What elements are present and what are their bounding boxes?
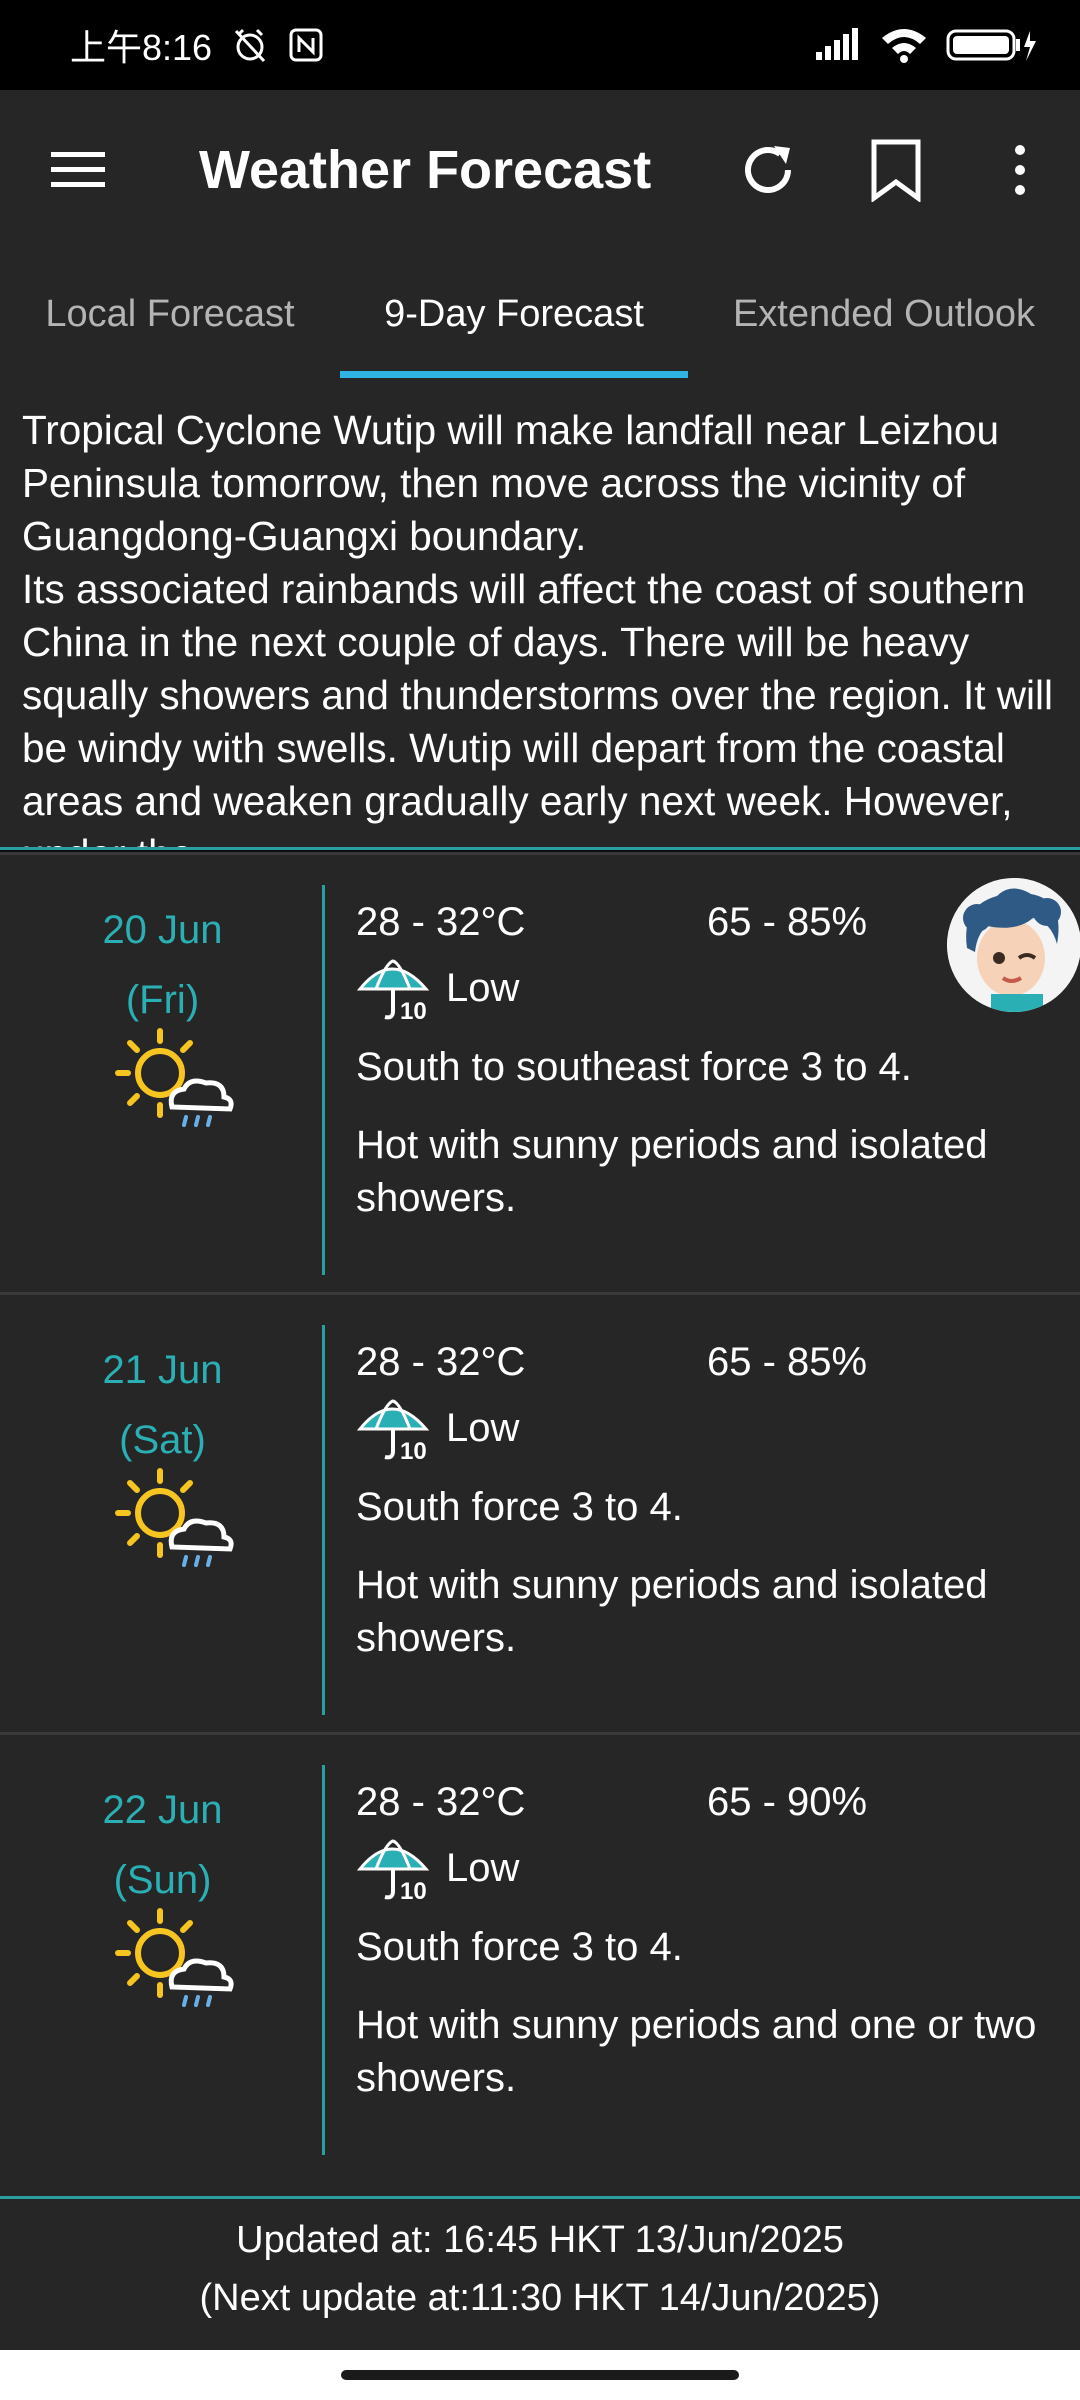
mascot-avatar-icon [947, 878, 1080, 1012]
mascot-avatar-button[interactable] [947, 878, 1080, 1012]
row-divider [322, 885, 325, 1275]
rain-probability: 10 Low [356, 1835, 519, 1901]
next-update-text: (Next update at:11:30 HKT 14/Jun/2025) [199, 2277, 881, 2319]
nfc-icon [288, 27, 324, 63]
status-bar: 上午8:16 [0, 0, 1080, 90]
forecast-date-block: 21 Jun (Sat) [0, 1335, 325, 1475]
update-footer: Updated at: 16:45 HKT 13/Jun/2025 (Next … [0, 2196, 1080, 2350]
tab-extended-outlook[interactable]: Extended Outlook [688, 250, 1080, 378]
tab-local-forecast[interactable]: Local Forecast [0, 250, 340, 378]
forecast-date: 21 Jun [102, 1348, 223, 1392]
sunny-periods-showers-icon [115, 1468, 234, 1567]
forecast-date-block: 22 Jun (Sun) [0, 1775, 325, 1915]
humidity-range: 65 - 85% [707, 1340, 868, 1384]
wind-description: South to southeast force 3 to 4. [356, 1045, 912, 1089]
temperature-range: 28 - 32°C [356, 900, 526, 944]
bookmark-icon [871, 139, 921, 202]
weather-description: Hot with sunny periods and isolated show… [356, 1563, 988, 1660]
weather-description: Hot with sunny periods and one or two sh… [356, 2003, 1037, 2100]
rain-probability: 10 Low [356, 955, 519, 1021]
rain-probability: 10 Low [356, 1395, 519, 1461]
updated-at-text: Updated at: 16:45 HKT 13/Jun/2025 [236, 2219, 844, 2261]
temperature-range: 28 - 32°C [356, 1780, 526, 1824]
psr-label: Low [446, 965, 520, 1010]
menu-button[interactable] [0, 90, 155, 250]
battery-charging-icon [946, 27, 1036, 63]
wind-description: South force 3 to 4. [356, 1925, 683, 1969]
wifi-icon [880, 26, 928, 64]
row-divider [322, 1765, 325, 2155]
tab-bar: Local Forecast 9-Day Forecast Extended O… [0, 250, 1080, 378]
sunny-periods-showers-icon [115, 1028, 234, 1127]
more-options-button[interactable] [960, 90, 1080, 250]
more-vertical-icon [1015, 145, 1025, 195]
svg-text:10: 10 [400, 1438, 427, 1461]
forecast-row[interactable]: 20 Jun (Fri) 28 - 32°C 65 - 85% 10 Low S… [0, 852, 1080, 1292]
forecast-date: 22 Jun [102, 1788, 223, 1832]
wind-description: South force 3 to 4. [356, 1485, 683, 1529]
sunny-periods-showers-icon [115, 1908, 234, 2007]
bookmark-button[interactable] [832, 90, 960, 250]
refresh-button[interactable] [704, 90, 832, 250]
umbrella-psr-icon: 10 [356, 1399, 430, 1461]
refresh-icon [745, 146, 791, 193]
forecast-list[interactable]: 20 Jun (Fri) 28 - 32°C 65 - 85% 10 Low S… [0, 852, 1080, 2196]
psr-label: Low [446, 1405, 520, 1450]
signal-icon [814, 28, 862, 62]
hamburger-menu-icon [50, 152, 105, 187]
psr-label: Low [446, 1845, 520, 1890]
status-time: 上午8:16 [70, 27, 213, 68]
alarm-off-icon [230, 25, 270, 65]
forecast-date-block: 20 Jun (Fri) [0, 895, 325, 1035]
summary-text: Tropical Cyclone Wutip will make landfal… [22, 407, 1053, 847]
temperature-range: 28 - 32°C [356, 1340, 526, 1384]
gesture-handle[interactable] [341, 2370, 739, 2380]
humidity-range: 65 - 85% [707, 900, 868, 944]
forecast-row[interactable]: 22 Jun (Sun) 28 - 32°C 65 - 90% 10 Low S… [0, 1732, 1080, 2172]
system-nav-bar [0, 2350, 1080, 2400]
svg-text:10: 10 [400, 1878, 427, 1901]
row-divider [322, 1325, 325, 1715]
humidity-range: 65 - 90% [707, 1780, 868, 1824]
svg-text:10: 10 [400, 998, 427, 1021]
forecast-date: 20 Jun [102, 908, 223, 952]
umbrella-psr-icon: 10 [356, 959, 430, 1021]
umbrella-psr-icon: 10 [356, 1839, 430, 1901]
app-title: Weather Forecast [199, 140, 652, 200]
forecast-row[interactable]: 21 Jun (Sat) 28 - 32°C 65 - 85% 10 Low S… [0, 1292, 1080, 1732]
app-bar: Weather Forecast [0, 90, 1080, 250]
weather-description: Hot with sunny periods and isolated show… [356, 1123, 988, 1220]
forecast-summary[interactable]: Tropical Cyclone Wutip will make landfal… [0, 378, 1080, 850]
tab-9-day-forecast[interactable]: 9-Day Forecast [340, 250, 688, 378]
